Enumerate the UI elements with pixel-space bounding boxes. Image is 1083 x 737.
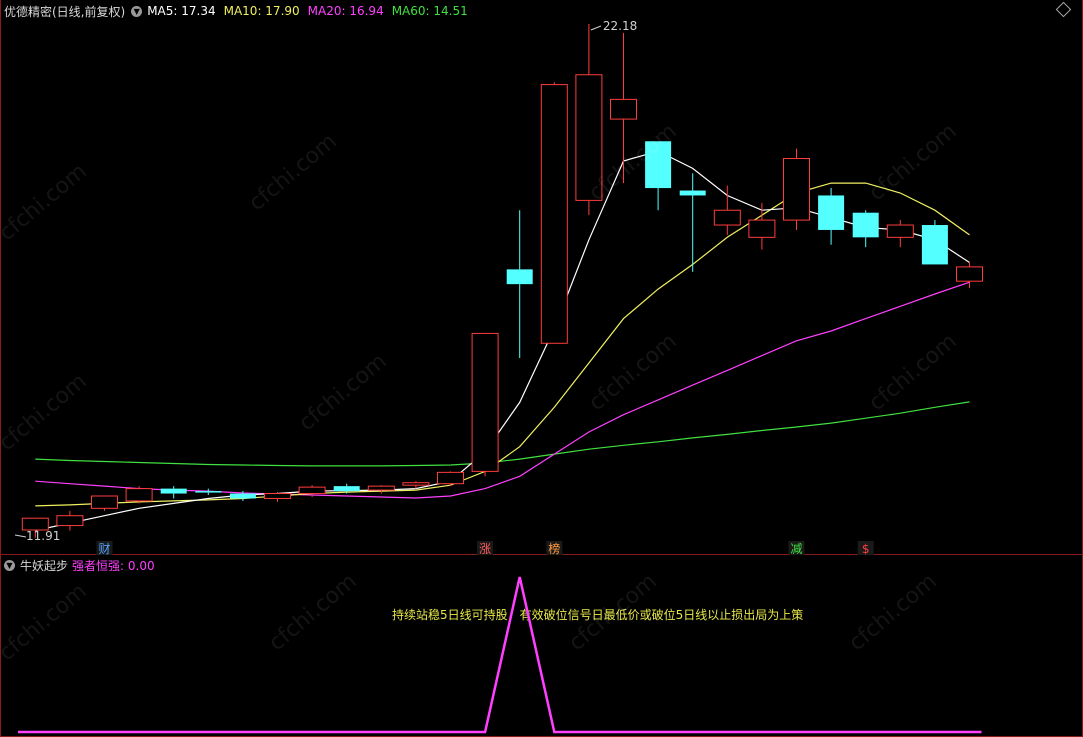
low-price-label: 11.91 — [26, 529, 60, 543]
event-marker: 榜 — [548, 541, 560, 556]
candle-body-up — [610, 98, 637, 120]
candle-body-up — [437, 471, 464, 485]
candle-body-down — [229, 493, 256, 499]
event-marker: $ — [862, 542, 870, 556]
high-price-label: 22.18 — [603, 19, 637, 33]
candle-body-up — [748, 219, 776, 238]
low-arrow — [14, 534, 27, 538]
candle-body-up — [56, 515, 84, 527]
ma10-line — [35, 182, 970, 507]
candle-body-up — [886, 224, 914, 238]
candle-body-down — [679, 190, 706, 196]
candle-body-up — [298, 486, 326, 495]
candle-body-down — [852, 212, 879, 238]
candle-body-up — [713, 209, 741, 226]
candle-body-down — [160, 488, 187, 494]
candle-body-down — [818, 195, 845, 230]
candle-body-up — [471, 332, 499, 472]
ma60-line — [35, 401, 970, 467]
event-marker: 财 — [98, 542, 110, 556]
candle-body-up — [956, 266, 983, 282]
candle-body-up — [367, 485, 395, 491]
candle-body-up — [91, 495, 118, 509]
candle-body-up — [125, 488, 153, 502]
candle-body-up — [540, 84, 568, 344]
candle-body-down — [506, 269, 533, 285]
candle-body-up — [783, 158, 810, 221]
indicator-line — [18, 576, 982, 734]
candle-body-up — [264, 493, 291, 499]
ma20-line — [35, 281, 970, 499]
candle-body-down — [921, 225, 948, 265]
candle-body-up — [402, 482, 430, 486]
candle-body-down — [195, 491, 222, 493]
candle-body-down — [333, 486, 360, 492]
event-marker: 减 — [790, 542, 802, 556]
event-marker: 涨 — [479, 541, 491, 556]
high-arrow — [590, 25, 602, 31]
